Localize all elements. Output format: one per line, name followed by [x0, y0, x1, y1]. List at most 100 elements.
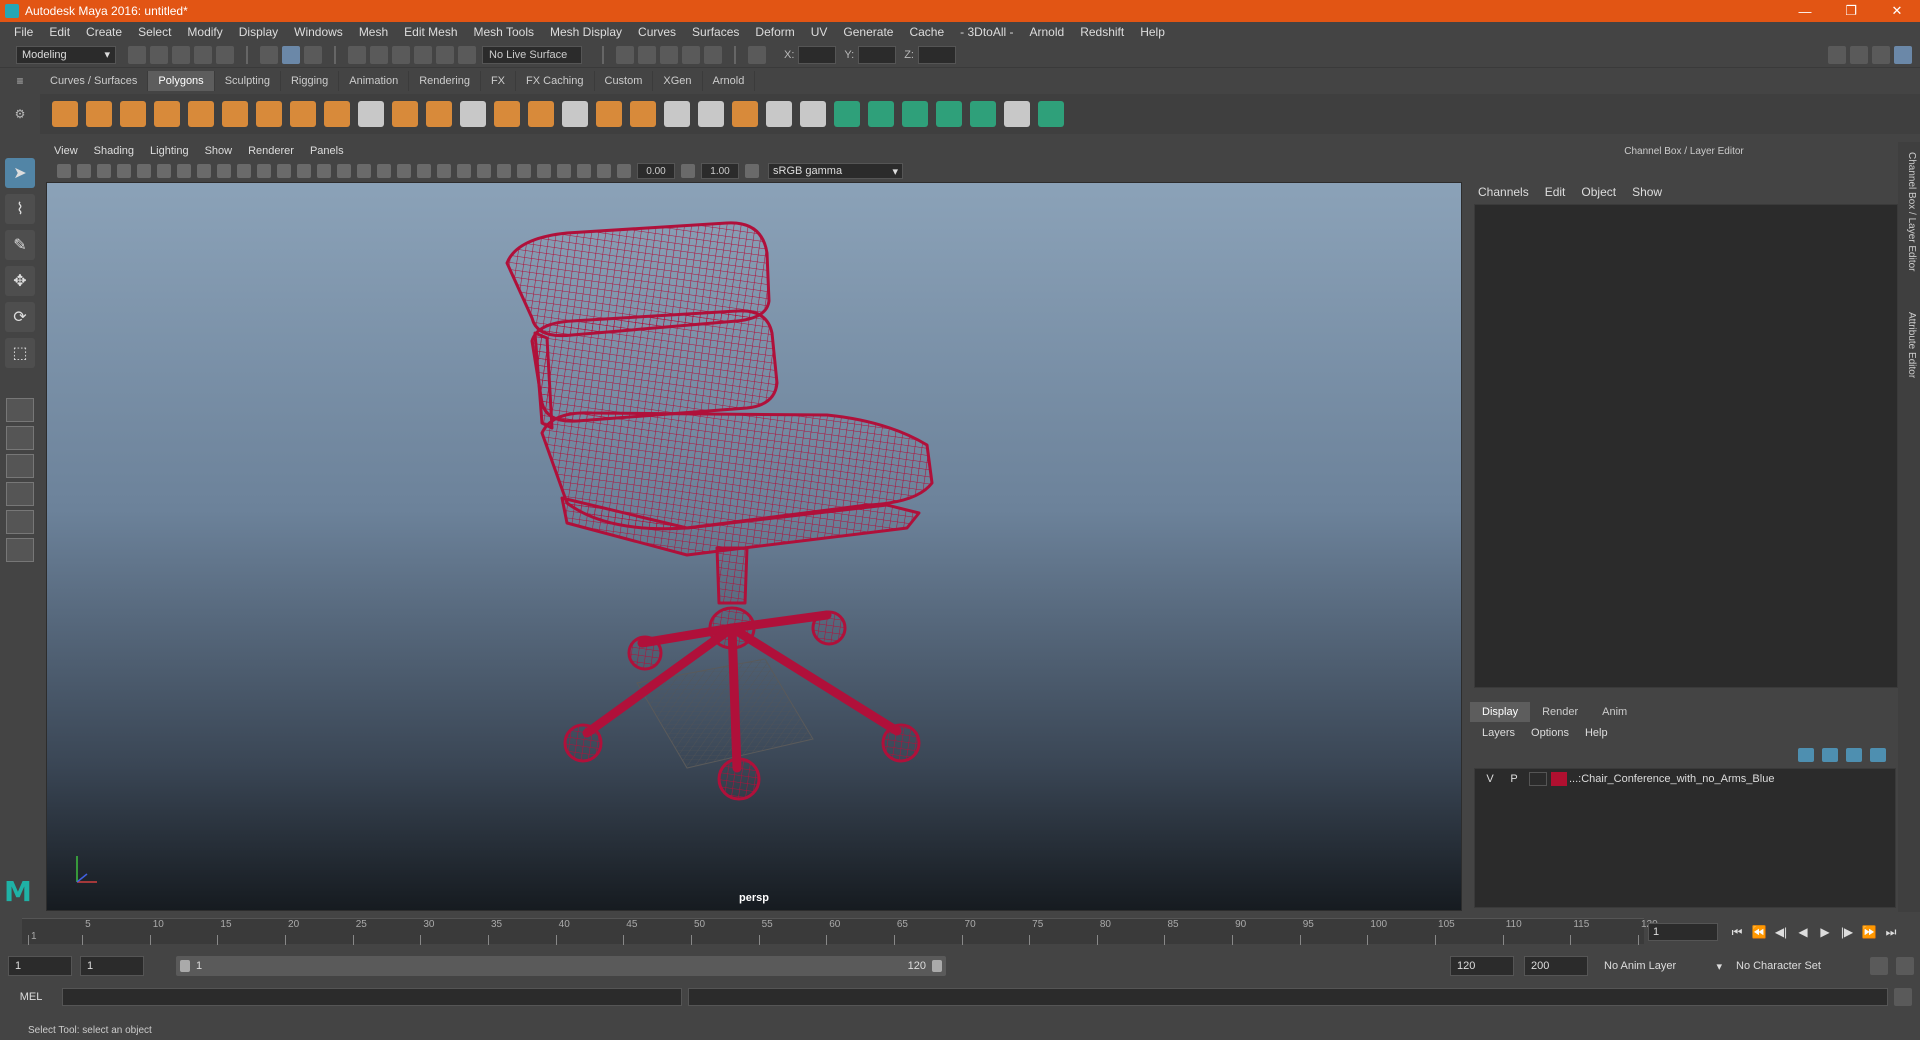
- tab-rigging[interactable]: Rigging: [281, 71, 340, 91]
- scale-tool-icon[interactable]: ⬚: [5, 338, 35, 368]
- menu-surfaces[interactable]: Surfaces: [684, 25, 747, 39]
- color-space-dropdown[interactable]: sRGB gamma ▾: [768, 163, 903, 179]
- poly-plane-icon[interactable]: [188, 101, 214, 127]
- lasso-tool-icon[interactable]: ⌇: [5, 194, 35, 224]
- four-pane-layout-icon[interactable]: [6, 426, 34, 450]
- rotate-tool-icon[interactable]: ⟳: [5, 302, 35, 332]
- two-pane-side-layout-icon[interactable]: [6, 454, 34, 478]
- panel-menu-view[interactable]: View: [46, 145, 86, 157]
- live-surface-field[interactable]: No Live Surface: [482, 45, 582, 64]
- character-set-dropdown[interactable]: No Character Set: [1730, 956, 1864, 976]
- combine-icon[interactable]: [324, 101, 350, 127]
- exposure-field[interactable]: 0.00: [637, 163, 675, 179]
- menu-set-dropdown[interactable]: Modeling ▾: [16, 45, 116, 64]
- menu-cache[interactable]: Cache: [901, 25, 952, 39]
- poly-cylinder-icon[interactable]: [120, 101, 146, 127]
- snap-live-icon[interactable]: [436, 45, 454, 64]
- bevel-icon[interactable]: [596, 101, 622, 127]
- bookmark-icon[interactable]: [97, 164, 111, 178]
- new-layer-from-selection-icon[interactable]: [1870, 748, 1886, 762]
- menu-options[interactable]: Options: [1523, 727, 1577, 739]
- auto-key-icon[interactable]: [1870, 957, 1888, 975]
- tab-curves-surfaces[interactable]: Curves / Surfaces: [40, 71, 149, 91]
- render-view-icon[interactable]: [616, 45, 634, 64]
- command-input[interactable]: [62, 988, 682, 1006]
- open-scene-icon[interactable]: [150, 45, 168, 64]
- panel-menu-renderer[interactable]: Renderer: [240, 145, 302, 157]
- menu-layer-help[interactable]: Help: [1577, 727, 1616, 739]
- animation-preferences-icon[interactable]: [1896, 957, 1914, 975]
- wireframe-icon[interactable]: [317, 164, 331, 178]
- xray-icon[interactable]: [557, 164, 571, 178]
- range-bar[interactable]: 1 120: [176, 956, 946, 976]
- menu-help[interactable]: Help: [1132, 25, 1173, 39]
- toggle-channel-box-icon[interactable]: [1894, 46, 1912, 64]
- mel-label[interactable]: MEL: [0, 991, 62, 1003]
- uv-editor-icon[interactable]: [970, 101, 996, 127]
- script-editor-icon[interactable]: [1894, 988, 1912, 1006]
- panel-menu-show[interactable]: Show: [197, 145, 241, 157]
- sign-in-icon[interactable]: [1828, 46, 1846, 64]
- graph-persp-layout-icon[interactable]: [6, 538, 34, 562]
- reduce-icon[interactable]: [494, 101, 520, 127]
- mirror-icon[interactable]: [528, 101, 554, 127]
- menu-create[interactable]: Create: [78, 25, 130, 39]
- menu-display[interactable]: Display: [231, 25, 286, 39]
- bridge-icon[interactable]: [562, 101, 588, 127]
- smooth-shade-icon[interactable]: [337, 164, 351, 178]
- render-settings-icon[interactable]: [682, 45, 700, 64]
- undo-icon[interactable]: [194, 45, 212, 64]
- tab-channel-box-layer-editor[interactable]: Channel Box / Layer Editor: [1901, 152, 1917, 272]
- select-object-icon[interactable]: [282, 45, 300, 64]
- z-field[interactable]: [917, 45, 956, 64]
- playback-start-field[interactable]: 1: [80, 956, 144, 976]
- menu-channels[interactable]: Channels: [1470, 185, 1537, 199]
- motion-blur-icon[interactable]: [477, 164, 491, 178]
- extract-icon[interactable]: [392, 101, 418, 127]
- grease-pencil-icon[interactable]: [157, 164, 171, 178]
- make-live-icon[interactable]: [458, 45, 476, 64]
- redo-icon[interactable]: [216, 45, 234, 64]
- step-back-frame-icon[interactable]: ◀|: [1770, 922, 1792, 942]
- textured-icon[interactable]: [397, 164, 411, 178]
- extrude-icon[interactable]: [766, 101, 792, 127]
- step-back-key-icon[interactable]: ⏪: [1748, 922, 1770, 942]
- toggle-tool-settings-icon[interactable]: [1872, 46, 1890, 64]
- panel-menu-panels[interactable]: Panels: [302, 145, 352, 157]
- select-component-icon[interactable]: [304, 45, 322, 64]
- menu-edit-mesh[interactable]: Edit Mesh: [396, 25, 465, 39]
- select-hierarchy-icon[interactable]: [260, 45, 278, 64]
- snap-point-icon[interactable]: [392, 45, 410, 64]
- animation-end-field[interactable]: 200: [1524, 956, 1588, 976]
- menu-select[interactable]: Select: [130, 25, 179, 39]
- menu-edit[interactable]: Edit: [41, 25, 78, 39]
- playback-end-field[interactable]: 120: [1450, 956, 1514, 976]
- film-gate-icon[interactable]: [197, 164, 211, 178]
- play-backwards-icon[interactable]: ◀: [1792, 922, 1814, 942]
- safe-title-icon[interactable]: [297, 164, 311, 178]
- target-weld-icon[interactable]: [698, 101, 724, 127]
- range-start-handle[interactable]: [180, 960, 190, 972]
- depth-of-field-icon[interactable]: [517, 164, 531, 178]
- separate-icon[interactable]: [358, 101, 384, 127]
- screen-space-ao-icon[interactable]: [457, 164, 471, 178]
- x-field[interactable]: [798, 45, 837, 64]
- tab-arnold[interactable]: Arnold: [703, 71, 756, 91]
- new-scene-icon[interactable]: [128, 45, 146, 64]
- xray-joints-icon[interactable]: [577, 164, 591, 178]
- tab-polygons[interactable]: Polygons: [148, 71, 215, 91]
- tab-fx-caching[interactable]: FX Caching: [516, 71, 595, 91]
- menu-curves[interactable]: Curves: [630, 25, 684, 39]
- camera-attributes-icon[interactable]: [77, 164, 91, 178]
- field-chart-icon[interactable]: [257, 164, 271, 178]
- anim-layer-dropdown[interactable]: No Anim Layer ▾: [1598, 956, 1726, 976]
- use-lights-icon[interactable]: [417, 164, 431, 178]
- tab-anim[interactable]: Anim: [1590, 702, 1639, 722]
- go-to-end-icon[interactable]: ⏭: [1880, 922, 1902, 942]
- layer-color-swatch[interactable]: [1551, 772, 1567, 786]
- select-camera-icon[interactable]: [57, 164, 71, 178]
- move-tool-icon[interactable]: ✥: [5, 266, 35, 296]
- range-end-handle[interactable]: [932, 960, 942, 972]
- smooth-icon[interactable]: [460, 101, 486, 127]
- image-plane-icon[interactable]: [117, 164, 131, 178]
